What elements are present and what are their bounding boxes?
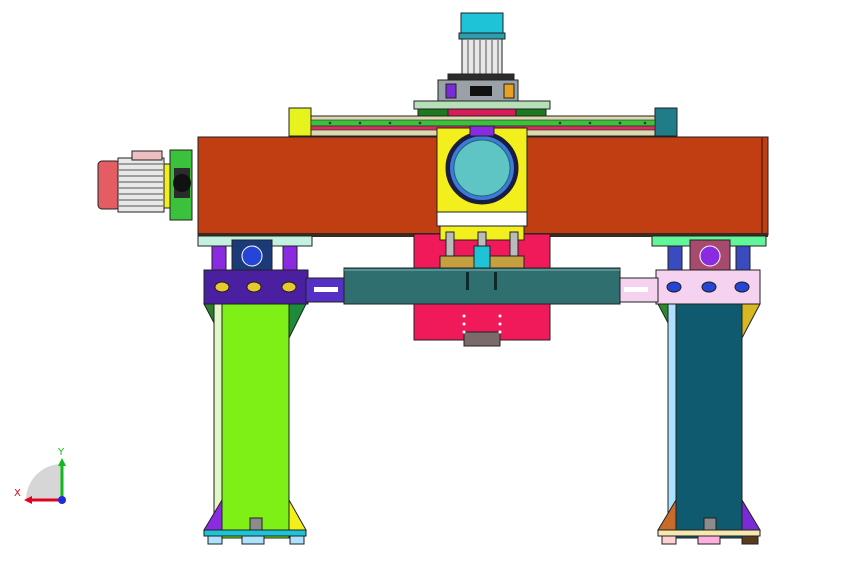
left-column (197, 235, 313, 545)
coordinate-triad: Y X (14, 447, 66, 504)
right-column (651, 235, 767, 545)
top-motor (437, 12, 519, 103)
gantry-assembly-drawing: Y X (14, 12, 769, 545)
triad-y-arrow (58, 458, 66, 466)
triad-y-label: Y (57, 447, 65, 458)
triad-z-dot (58, 496, 66, 504)
spindle-housing (436, 125, 528, 227)
cad-viewport[interactable]: Y X (0, 0, 867, 562)
triad-x-label: X (14, 488, 21, 499)
cross-bar (305, 267, 659, 305)
side-motor (97, 149, 193, 221)
